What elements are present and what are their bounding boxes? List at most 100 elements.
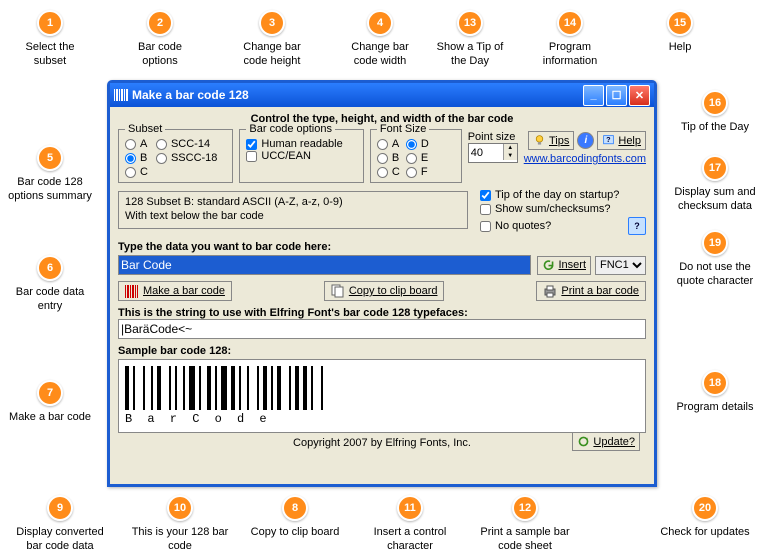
callout-2: 2 — [147, 10, 173, 36]
copy-button[interactable]: Copy to clip board — [324, 281, 445, 301]
callout-10: 10 — [167, 495, 193, 521]
callout-15-label: Help — [669, 41, 692, 53]
pointsize-input[interactable]: ▲▼ — [468, 143, 518, 163]
barcode-icon — [125, 285, 139, 298]
barcode-text: B a r C o d e — [125, 412, 639, 426]
print-icon — [543, 284, 557, 298]
callout-10-label: This is your 128 bar code — [132, 526, 229, 552]
website-link[interactable]: www.barcodingfonts.com — [524, 153, 646, 165]
callout-6-label: Bar code data entry — [16, 286, 85, 312]
callout-18-label: Program details — [676, 401, 753, 413]
fontsize-legend: Font Size — [377, 123, 429, 135]
callout-17: 17 — [702, 155, 728, 181]
barcode-app-icon — [114, 88, 128, 102]
summary-line2: With text below the bar code — [125, 209, 461, 223]
subset-a[interactable]: A — [125, 138, 148, 150]
window-title: Make a bar code 128 — [132, 88, 583, 102]
spin-down-icon[interactable]: ▼ — [503, 152, 517, 160]
subset-b[interactable]: B — [125, 152, 148, 164]
app-window: Make a bar code 128 _ ☐ ✕ Control the ty… — [107, 80, 657, 487]
callout-3-label: Change bar code height — [243, 41, 301, 67]
fontsize-group: Font Size A B C D E F — [370, 129, 462, 183]
callout-8: 8 — [282, 495, 308, 521]
options-legend: Bar code options — [246, 123, 335, 135]
titlebar: Make a bar code 128 _ ☐ ✕ — [110, 83, 654, 107]
callout-14: 14 — [557, 10, 583, 36]
options-group: Bar code options Human readable UCC/EAN — [239, 129, 363, 183]
callout-13: 13 — [457, 10, 483, 36]
callout-20-label: Check for updates — [660, 526, 749, 538]
callout-2-label: Bar code options — [138, 41, 182, 67]
summary-line1: 128 Subset B: standard ASCII (A-Z, a-z, … — [125, 195, 461, 209]
callout-20: 20 — [692, 495, 718, 521]
callout-19: 19 — [702, 230, 728, 256]
copyright: Copyright 2007 by Elfring Fonts, Inc. — [293, 437, 471, 449]
callout-13-label: Show a Tip of the Day — [437, 41, 504, 67]
summary-box: 128 Subset B: standard ASCII (A-Z, a-z, … — [118, 191, 468, 229]
callout-8-label: Copy to clip board — [251, 526, 340, 538]
insert-arrow-icon — [542, 259, 555, 272]
callout-3: 3 — [259, 10, 285, 36]
help-icon: ? — [602, 134, 615, 147]
callout-11: 11 — [397, 495, 423, 521]
callout-16-label: Tip of the Day — [681, 121, 749, 133]
update-icon — [577, 435, 590, 448]
callout-6: 6 — [37, 255, 63, 281]
minimize-button[interactable]: _ — [583, 85, 604, 106]
tips-button[interactable]: Tips — [528, 131, 574, 150]
callout-19-label: Do not use the quote character — [677, 261, 753, 287]
callout-5: 5 — [37, 145, 63, 171]
spin-up-icon[interactable]: ▲ — [503, 144, 517, 152]
fontsize-f[interactable]: F — [406, 166, 429, 178]
copy-icon — [331, 284, 345, 298]
print-button[interactable]: Print a bar code — [536, 281, 646, 301]
callout-7-label: Make a bar code — [9, 411, 91, 423]
fontsize-b[interactable]: B — [377, 152, 400, 164]
barcode-preview: B a r C o d e — [118, 359, 646, 433]
fontsize-c[interactable]: C — [377, 166, 400, 178]
subset-sscc18[interactable]: SSCC-18 — [156, 152, 217, 164]
callout-1-label: Select the subset — [26, 41, 75, 67]
maximize-button[interactable]: ☐ — [606, 85, 627, 106]
info-button[interactable]: i — [577, 132, 594, 149]
callout-15: 15 — [667, 10, 693, 36]
make-barcode-button[interactable]: Make a bar code — [118, 281, 232, 301]
callout-7: 7 — [37, 380, 63, 406]
fnc-select[interactable]: FNC1 — [595, 256, 646, 275]
close-button[interactable]: ✕ — [629, 85, 650, 106]
subset-scc14[interactable]: SCC-14 — [156, 138, 217, 150]
callout-11-label: Insert a control character — [374, 526, 447, 552]
svg-text:?: ? — [606, 135, 611, 144]
ucc-ean-check[interactable]: UCC/EAN — [246, 150, 356, 162]
callout-18: 18 — [702, 370, 728, 396]
callout-17-label: Display sum and checksum data — [674, 186, 755, 212]
callout-14-label: Program information — [543, 41, 597, 67]
help-button[interactable]: ?Help — [597, 131, 646, 150]
subset-group: Subset A B C SCC-14 SSCC-18 — [118, 129, 233, 183]
fontsize-a[interactable]: A — [377, 138, 400, 150]
fontsize-e[interactable]: E — [406, 152, 429, 164]
string-output[interactable] — [118, 319, 646, 339]
data-entry-label: Type the data you want to bar code here: — [118, 241, 646, 253]
human-readable-check[interactable]: Human readable — [246, 138, 356, 150]
show-sum-check[interactable]: Show sum/checksums? — [480, 203, 646, 215]
bulb-icon — [533, 134, 546, 147]
callout-12: 12 — [512, 495, 538, 521]
subset-legend: Subset — [125, 123, 165, 135]
no-quotes-check[interactable]: No quotes? — [480, 220, 551, 232]
callout-4-label: Change bar code width — [351, 41, 409, 67]
callout-5-label: Bar code 128 options summary — [8, 176, 92, 202]
callout-4: 4 — [367, 10, 393, 36]
whatsthis-button[interactable]: ? — [628, 217, 646, 235]
barcode-bars — [125, 366, 639, 410]
update-button[interactable]: Update? — [572, 432, 640, 451]
callout-16: 16 — [702, 90, 728, 116]
data-input[interactable] — [118, 255, 531, 275]
callout-12-label: Print a sample bar code sheet — [480, 526, 569, 552]
insert-button[interactable]: Insert — [537, 256, 591, 275]
fontsize-d[interactable]: D — [406, 138, 429, 150]
subset-c[interactable]: C — [125, 166, 148, 178]
callout-1: 1 — [37, 10, 63, 36]
tip-startup-check[interactable]: Tip of the day on startup? — [480, 189, 646, 201]
callout-9: 9 — [47, 495, 73, 521]
